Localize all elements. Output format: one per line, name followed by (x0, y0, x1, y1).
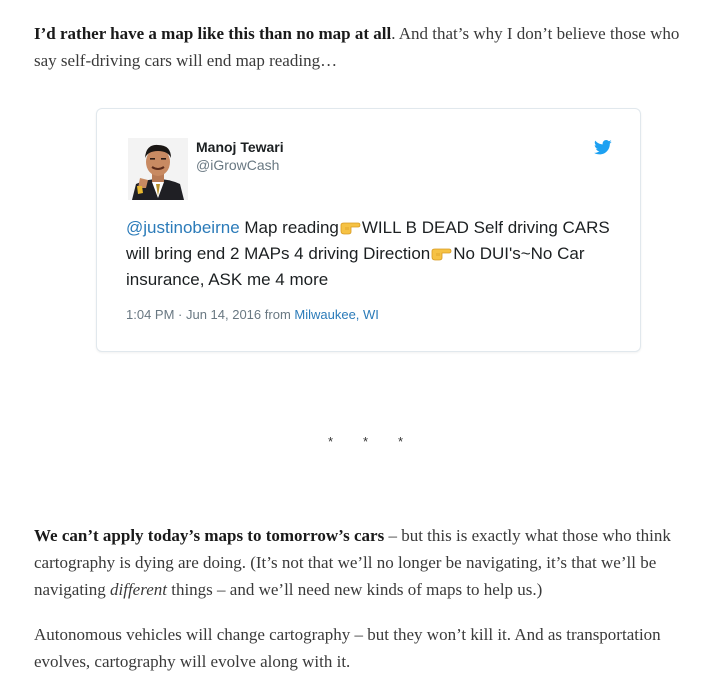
tweet-text-part1: Map reading (239, 218, 339, 237)
divider-asterisk: * (328, 434, 334, 449)
intro-bold-text: I’d rather have a map like this than no … (34, 24, 392, 43)
tweet-location-link[interactable]: Milwaukee, WI (294, 307, 379, 322)
embedded-tweet[interactable]: Manoj Tewari @iGrowCash @justinobeirne M… (96, 108, 641, 352)
tweet-from-label: from (261, 307, 295, 322)
tweet-text: @justinobeirne Map reading WILL B DEAD Se… (126, 215, 616, 293)
tweet-mention-link[interactable]: @justinobeirne (126, 218, 240, 237)
para2-emphasis: different (110, 580, 167, 599)
backhand-pointing-right-icon (340, 217, 361, 235)
avatar-portrait (128, 138, 188, 200)
tweet-metadata: 1:04 PM · Jun 14, 2016 from Milwaukee, W… (126, 307, 379, 322)
para2-text-2: things – and we’ll need new kinds of map… (166, 580, 543, 599)
backhand-pointing-right-icon (431, 243, 452, 261)
twitter-bird-icon[interactable] (594, 140, 612, 155)
avatar[interactable] (128, 138, 188, 200)
para2-bold-text: We can’t apply today’s maps to tomorrow’… (34, 526, 385, 545)
section-divider: * * * (320, 434, 420, 450)
tweet-timestamp[interactable]: 1:04 PM · Jun 14, 2016 (126, 307, 261, 322)
tweet-author-name[interactable]: Manoj Tewari (196, 139, 284, 155)
divider-asterisk: * (398, 434, 404, 449)
body-paragraph-3: Autonomous vehicles will change cartogra… (34, 625, 661, 671)
tweet-author-handle[interactable]: @iGrowCash (196, 157, 279, 173)
intro-paragraph: I’d rather have a map like this than no … (34, 20, 706, 74)
body-paragraph-2: We can’t apply today’s maps to tomorrow’… (34, 522, 706, 603)
divider-asterisk: * (363, 434, 369, 449)
